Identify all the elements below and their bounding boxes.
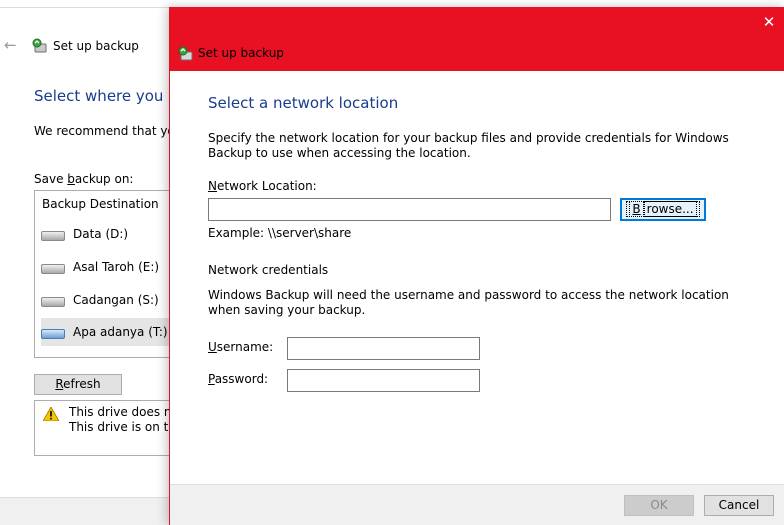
warning-text-line-2: This drive is on the — [69, 420, 184, 434]
save-label-accel: b — [67, 172, 75, 186]
username-accel: U — [208, 340, 217, 354]
credentials-description: Windows Backup will need the username an… — [208, 288, 729, 317]
browse-rest: rowse... — [643, 201, 697, 217]
refresh-accel: R — [55, 377, 64, 391]
save-backup-on-label: Save backup on: — [34, 172, 133, 186]
browse-button-label: Browse... — [626, 201, 700, 217]
warning-icon — [43, 407, 59, 421]
save-label-pre: Save — [34, 172, 68, 186]
network-location-accel: N — [208, 179, 217, 193]
password-accel: P — [208, 372, 215, 386]
dialog-title: Set up backup — [198, 46, 284, 60]
dialog-titlebar[interactable]: ✕ Set up backup — [170, 7, 784, 71]
drive-item-cadangan[interactable]: Cadangan (S:) — [41, 286, 181, 314]
cancel-button[interactable]: Cancel — [704, 495, 774, 516]
password-rest: assword: — [214, 372, 269, 386]
background-heading: Select where you w — [34, 87, 181, 105]
password-input[interactable] — [287, 369, 480, 392]
password-label: Password: — [208, 372, 268, 386]
username-rest: sername: — [216, 340, 274, 354]
network-location-input[interactable] — [208, 198, 611, 221]
username-input[interactable] — [287, 337, 480, 360]
network-location-label: Network Location: — [208, 179, 317, 193]
close-icon[interactable]: ✕ — [753, 7, 784, 37]
drive-label: Cadangan (S:) — [73, 293, 159, 307]
refresh-rest: efresh — [63, 377, 101, 391]
background-window-title: Set up backup — [53, 39, 139, 53]
back-arrow-icon[interactable]: ← — [4, 36, 17, 54]
warning-text-line-1: This drive does not — [69, 405, 184, 419]
dialog-description: Specify the network location for your ba… — [208, 131, 729, 160]
dialog-content: Select a network location Specify the ne… — [170, 71, 784, 484]
browse-button[interactable]: Browse... — [620, 198, 706, 221]
username-label: Username: — [208, 340, 273, 354]
browse-accel: B — [629, 201, 644, 217]
drive-label: Apa adanya (T:) — [73, 325, 168, 339]
dialog-footer: OK Cancel — [170, 484, 784, 525]
background-recommendation-text: We recommend that you — [34, 124, 183, 138]
hard-drive-icon — [41, 294, 65, 307]
credentials-heading: Network credentials — [208, 263, 329, 277]
network-location-rest: etwork Location: — [216, 179, 317, 193]
drive-warning-box: This drive does not This drive is on the — [34, 400, 184, 456]
save-label-post: ackup on: — [74, 172, 134, 186]
network-location-example: Example: \\server\share — [208, 226, 352, 240]
backup-destination-list[interactable]: Backup Destination Data (D:) Asal Taroh … — [34, 190, 184, 358]
drive-label: Asal Taroh (E:) — [73, 260, 160, 274]
network-location-dialog: ✕ Set up backup Select a network locatio… — [169, 7, 784, 525]
drive-item-apa-adanya[interactable]: Apa adanya (T:) — [41, 318, 181, 346]
refresh-button[interactable]: Refresh — [34, 374, 122, 395]
ok-button[interactable]: OK — [624, 495, 694, 516]
hard-drive-icon — [41, 261, 65, 274]
dialog-heading: Select a network location — [208, 94, 399, 112]
drive-item-asal-taroh[interactable]: Asal Taroh (E:) — [41, 253, 181, 281]
drive-item-data[interactable]: Data (D:) — [41, 220, 181, 248]
windows-backup-icon — [32, 38, 47, 53]
windows-backup-icon — [178, 46, 193, 61]
network-drive-icon — [41, 326, 65, 339]
drive-label: Data (D:) — [73, 227, 129, 241]
backup-destination-header: Backup Destination — [42, 197, 159, 211]
hard-drive-icon — [41, 228, 65, 241]
